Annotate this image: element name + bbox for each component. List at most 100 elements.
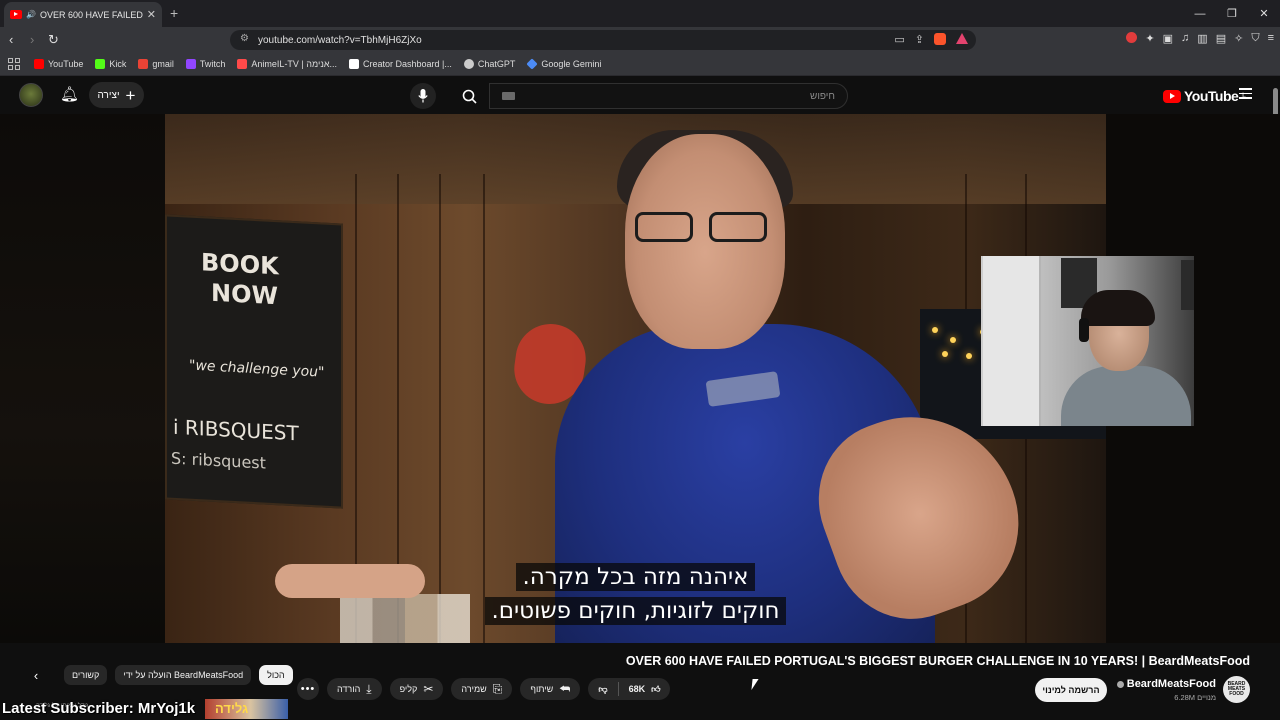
video-ambient-left — [0, 114, 165, 643]
plus-icon: + — [125, 85, 136, 105]
more-actions-button[interactable]: ••• — [297, 678, 319, 700]
extensions-puzzle-icon[interactable]: ✦ — [1145, 32, 1154, 45]
twitch-icon — [185, 59, 196, 69]
window-controls: — ❐ ✕ — [1184, 0, 1280, 27]
keyboard-icon[interactable] — [502, 92, 515, 100]
latest-subscriber-overlay: Latest Subscriber: MrYoj1k — [2, 700, 196, 717]
back-button[interactable]: ‹ — [9, 32, 13, 47]
account-avatar[interactable] — [19, 83, 43, 107]
wallet-icon[interactable]: ▤ — [1216, 32, 1226, 45]
subtitle-line-2: חוקים לזוגיות, חוקים פשוטים. — [485, 597, 786, 625]
like-button[interactable]: 68K 👍︎ — [619, 678, 671, 700]
site-info-icon[interactable]: ⚙ — [240, 33, 249, 44]
chip-related[interactable]: קשורים — [64, 665, 108, 685]
speaker-icon[interactable]: 🔊 — [26, 10, 36, 19]
bookmark-creator-dashboard[interactable]: Creator Dashboard |... — [349, 59, 452, 69]
search-input[interactable] — [535, 90, 835, 102]
channel-info[interactable]: BeardMeatsFood 6.28M מנויים — [1116, 678, 1216, 702]
youtube-logo[interactable]: YouTube IL — [1163, 88, 1246, 104]
subtitle-line-1: איהנה מזה בכל מקרה. — [516, 563, 755, 591]
record-extension-icon[interactable] — [1126, 32, 1138, 43]
youtube-header: 🔔︎ יצירה + YouTube IL — [0, 77, 1280, 114]
vpn-shield-icon[interactable]: ⛉ — [1251, 32, 1259, 45]
scissors-icon: ✂ — [423, 682, 434, 696]
dislike-button[interactable]: 👎︎ — [588, 678, 617, 700]
subscribe-button[interactable]: הרשמה למינוי — [1035, 678, 1107, 702]
clip-button[interactable]: קליפ ✂ — [389, 678, 444, 700]
share-button[interactable]: שיתוף ⮪ — [520, 678, 581, 700]
tab-title: OVER 600 HAVE FAILED PORTU — [39, 9, 143, 20]
create-button[interactable]: יצירה + — [89, 82, 144, 108]
reload-button[interactable]: ↻ — [48, 32, 59, 48]
extension-icons: ✦ ▣ ♫ ▥ ▤ ✧ ⛉ ≡ — [1126, 32, 1274, 45]
cast-icon[interactable]: ▭ — [894, 33, 904, 46]
streamer-webcam — [981, 256, 1194, 426]
browser-menu-icon[interactable]: ≡ — [1268, 32, 1274, 45]
share-icon: ⮪ — [559, 681, 571, 696]
channel-name[interactable]: BeardMeatsFood — [1127, 678, 1216, 690]
browser-toolbar: ‹ › ↻ ☐ ⚙ youtube.com/watch?v=TbhMjH6ZjX… — [0, 27, 1280, 53]
download-button[interactable]: הורדה ⤓ — [327, 678, 382, 700]
mouse-cursor-icon — [751, 679, 759, 690]
new-tab-button[interactable]: + — [170, 5, 178, 21]
voice-search-mic-icon[interactable] — [410, 83, 436, 109]
brave-shield-icon[interactable] — [934, 33, 946, 45]
youtube-icon — [34, 59, 44, 69]
omnibox-icons: ▭ ⇪ — [894, 33, 968, 46]
bookmarks-bar: YouTube Kick gmail Twitch AnimeIL-TV | א… — [0, 53, 1280, 76]
media-icon[interactable]: ♫ — [1181, 32, 1189, 45]
youtube-play-icon — [1163, 89, 1181, 103]
brave-rewards-icon[interactable] — [956, 33, 968, 44]
forward-button[interactable]: › — [30, 32, 34, 47]
notifications-bell-icon[interactable]: 🔔︎ — [60, 85, 79, 103]
search-box[interactable] — [489, 83, 848, 109]
share-page-icon[interactable]: ⇪ — [915, 33, 924, 46]
bookmark-twitch[interactable]: Twitch — [185, 59, 225, 69]
browser-tab-active[interactable]: 🔊 OVER 600 HAVE FAILED PORTU ✕ — [4, 2, 162, 27]
bookmark-animeil[interactable]: AnimeIL-TV | אנימה... — [237, 59, 337, 69]
creator-dashboard-icon — [349, 59, 359, 69]
close-tab-icon[interactable]: ✕ — [147, 8, 156, 21]
leo-ai-icon[interactable]: ✧ — [1234, 32, 1243, 45]
save-button[interactable]: שמירה ⎘ — [451, 678, 513, 700]
gemini-icon — [526, 58, 539, 70]
channel-avatar[interactable]: BEARD MEATS FOOD — [1223, 676, 1250, 703]
download-icon: ⤓ — [366, 681, 372, 696]
chatgpt-icon — [463, 59, 474, 69]
gmail-icon — [138, 59, 149, 69]
address-bar[interactable]: ⚙ youtube.com/watch?v=TbhMjH6ZjXo ▭ ⇪ — [230, 30, 976, 50]
related-filter-chips: ‹ קשורים הועלה על ידי BeardMeatsFood הכו… — [26, 665, 293, 685]
overlay-hebrew-text: גלידה — [215, 701, 249, 716]
guide-menu-icon[interactable] — [1239, 88, 1252, 99]
thumbs-up-icon: 👍︎ — [651, 683, 661, 694]
bookmark-chatgpt[interactable]: ChatGPT — [463, 59, 515, 69]
bookmark-kick[interactable]: Kick — [95, 59, 126, 69]
screenshot-icon[interactable]: ▣ — [1163, 32, 1173, 45]
thumbs-down-icon: 👎︎ — [598, 683, 608, 694]
sidebar-icon[interactable]: ▥ — [1197, 32, 1207, 45]
chip-all[interactable]: הכול — [259, 665, 293, 685]
bookmark-gmail[interactable]: gmail — [138, 59, 174, 69]
create-label: יצירה — [97, 89, 120, 101]
video-actions: ••• הורדה ⤓ קליפ ✂ שמירה ⎘ שיתוף ⮪ 👎︎ 68… — [297, 678, 671, 700]
apps-grid-icon[interactable] — [8, 58, 20, 70]
search-icon — [462, 89, 477, 104]
kick-icon — [95, 59, 106, 69]
minimize-button[interactable]: — — [1184, 0, 1216, 27]
chip-from-channel[interactable]: הועלה על ידי BeardMeatsFood — [115, 665, 252, 685]
bookmark-icon: ⎘ — [492, 681, 503, 696]
restore-button[interactable]: ❐ — [1216, 0, 1248, 27]
bookmark-gemini[interactable]: Google Gemini — [526, 58, 601, 70]
chalkboard-sign: BOOK NOW "we challenge you" i RIBSQUEST … — [165, 214, 343, 509]
subscriber-count: 6.28M מנויים — [1174, 693, 1216, 702]
video-subtitles: איהנה מזה בכל מקרה. חוקים לזוגיות, חוקים… — [165, 563, 1106, 625]
youtube-favicon-icon — [10, 10, 22, 19]
close-window-button[interactable]: ✕ — [1248, 0, 1280, 27]
animeil-icon — [237, 59, 248, 69]
chips-prev-arrow-icon[interactable]: ‹ — [26, 665, 46, 685]
like-dislike-group: 👎︎ 68K 👍︎ — [588, 678, 671, 700]
search-button[interactable] — [449, 83, 489, 109]
video-title: OVER 600 HAVE FAILED PORTUGAL'S BIGGEST … — [625, 654, 1250, 668]
bookmark-youtube[interactable]: YouTube — [34, 59, 83, 69]
browser-tab-bar: 🔊 OVER 600 HAVE FAILED PORTU ✕ + — ❐ ✕ — [0, 0, 1280, 27]
